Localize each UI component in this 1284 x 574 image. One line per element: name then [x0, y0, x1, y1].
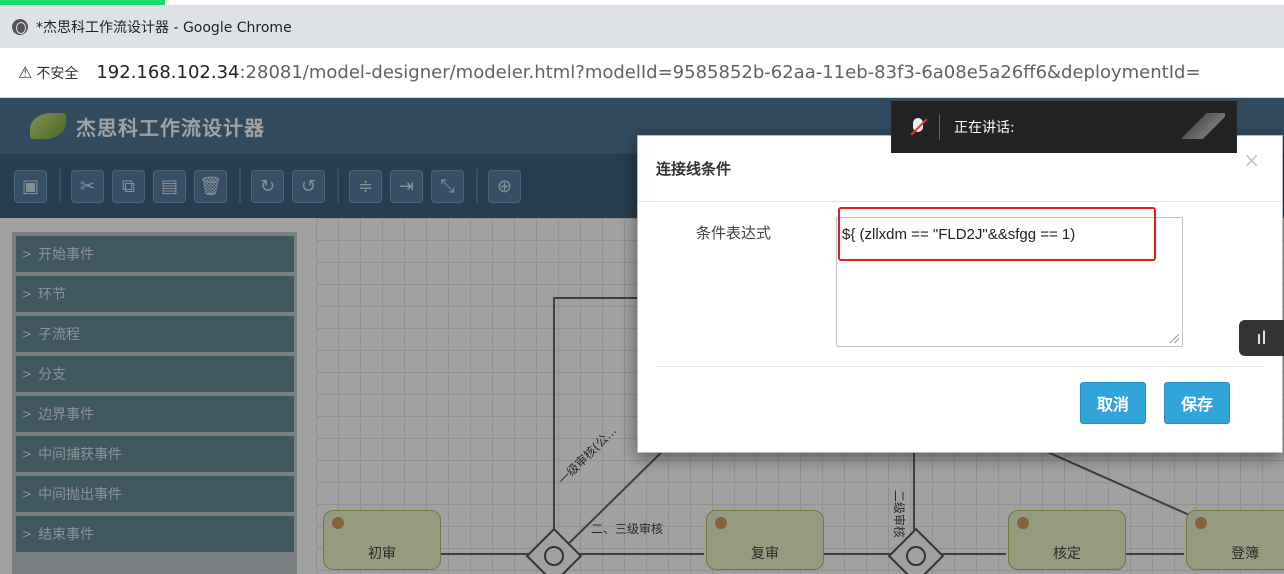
voice-divider	[939, 114, 940, 140]
screen: *杰思科工作流设计器 - Google Chrome ⚠ 不安全 192.168…	[0, 0, 1284, 574]
voice-chat-bar: 正在讲话:	[891, 101, 1237, 153]
dialog-divider	[656, 366, 1264, 367]
speaking-text: 正在讲话:	[954, 120, 1015, 136]
resize-handle-icon[interactable]	[1170, 334, 1179, 343]
expression-label: 条件表达式	[696, 224, 772, 242]
security-indicator[interactable]: ⚠ 不安全	[18, 63, 78, 83]
security-label: 不安全	[36, 65, 79, 82]
side-panel-tab[interactable]: ıl	[1239, 320, 1284, 356]
bar-chart-icon: ıl	[1256, 327, 1267, 349]
speaker-avatar-icon	[1177, 113, 1225, 139]
condition-dialog: 连接线条件 × 条件表达式 ${ (zllxdm == "FLD2J"&&sfg…	[637, 135, 1283, 453]
warning-icon: ⚠	[18, 63, 33, 82]
browser-titlebar: *杰思科工作流设计器 - Google Chrome	[0, 5, 1284, 48]
mute-icon[interactable]	[907, 116, 929, 138]
url-host: 192.168.102.34	[96, 62, 240, 83]
save-button[interactable]: 保存	[1164, 382, 1231, 424]
expression-value: ${ (zllxdm == "FLD2J"&&sfgg == 1)	[842, 226, 1076, 243]
cancel-button[interactable]: 取消	[1080, 382, 1147, 424]
address-bar[interactable]: ⚠ 不安全 192.168.102.34:28081/model-designe…	[0, 48, 1284, 98]
condition-expression-input[interactable]: ${ (zllxdm == "FLD2J"&&sfgg == 1)	[836, 217, 1183, 347]
close-icon[interactable]: ×	[1243, 148, 1260, 172]
globe-icon	[12, 18, 28, 35]
url-path: :28081/model-designer/modeler.html?model…	[239, 62, 1201, 83]
window-title: *杰思科工作流设计器 - Google Chrome	[36, 19, 292, 36]
